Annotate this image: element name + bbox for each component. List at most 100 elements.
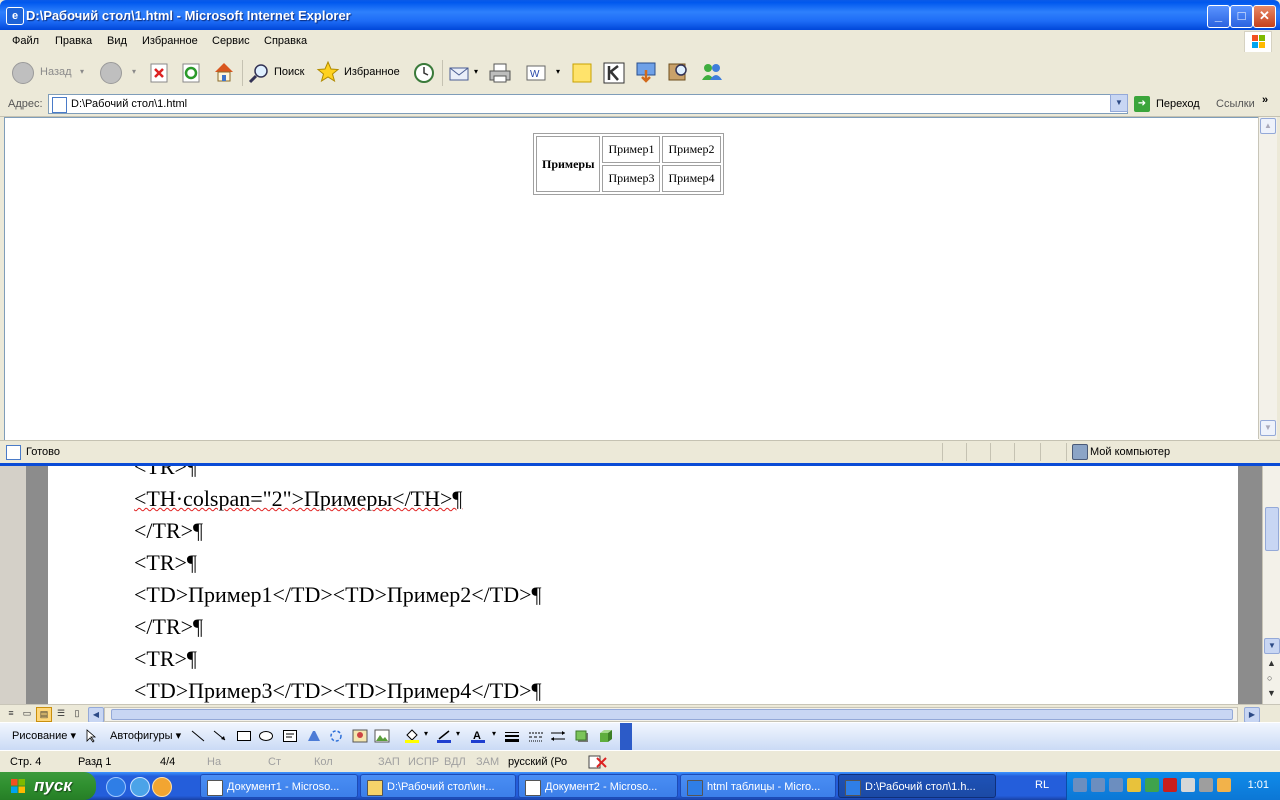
update-icon[interactable] — [1145, 778, 1159, 792]
taskbar-task[interactable]: html таблицы - Micro... — [680, 774, 836, 798]
network-disconnected-icon[interactable] — [1109, 778, 1123, 792]
favorites-button[interactable]: Избранное — [344, 60, 400, 84]
research-icon[interactable] — [666, 60, 690, 84]
line-icon[interactable] — [190, 729, 206, 743]
select-objects-icon[interactable] — [84, 729, 100, 743]
ie-page-icon[interactable]: e — [6, 7, 24, 25]
horizontal-scroll-thumb[interactable] — [111, 709, 1233, 720]
back-arrow-icon[interactable] — [12, 62, 34, 84]
history-icon[interactable] — [412, 61, 436, 85]
security-icon[interactable] — [1127, 778, 1141, 792]
menu-tools[interactable]: Сервис — [212, 35, 250, 47]
page-content[interactable]: Примеры Пример1 Пример2 Пример3 Пример4 — [4, 117, 1259, 440]
speaker-icon[interactable] — [1181, 778, 1195, 792]
security-zone[interactable]: Мой компьютер — [1090, 446, 1170, 458]
word-document-page[interactable]: <TR>¶ <TH·colspan="2">Примеры</TH>¶ </TR… — [48, 462, 1238, 704]
word-horizontal-scrollbar[interactable]: ≡ ▭ ▤ ☰ ▯ ◀ ▶ — [0, 704, 1280, 723]
scroll-right-icon[interactable]: ▶ — [1244, 707, 1260, 723]
line-color-dropdown-icon[interactable]: ▾ — [456, 729, 460, 738]
print-layout-view-icon[interactable]: ▤ — [36, 707, 52, 722]
refresh-icon[interactable] — [180, 62, 202, 84]
ie-quicklaunch-icon[interactable] — [106, 777, 126, 797]
status-ext[interactable]: ВДЛ — [444, 756, 466, 768]
taskbar-task-active[interactable]: D:\Рабочий стол\1.h... — [838, 774, 996, 798]
word-vertical-scrollbar[interactable]: ▼ ▲ ○ ▼ — [1262, 462, 1280, 704]
edit-word-icon[interactable]: W — [524, 61, 548, 85]
mail-dropdown-icon[interactable]: ▾ — [474, 60, 478, 84]
line-color-icon[interactable] — [436, 729, 452, 743]
fill-color-icon[interactable] — [404, 729, 420, 743]
reading-view-icon[interactable]: ▯ — [70, 707, 84, 720]
kaspersky-icon[interactable] — [602, 61, 626, 85]
outline-view-icon[interactable]: ☰ — [54, 707, 68, 720]
edit-dropdown-icon[interactable]: ▾ — [556, 60, 560, 84]
printer-icon[interactable] — [1199, 778, 1213, 792]
ie-title-bar[interactable]: e D:\Рабочий стол\1.html - Microsoft Int… — [0, 0, 1280, 30]
insert-picture-icon[interactable] — [374, 729, 390, 743]
forward-dropdown-icon[interactable]: ▾ — [132, 60, 136, 84]
autoshapes-menu[interactable]: Автофигуры ▾ — [110, 729, 181, 742]
mail-icon[interactable] — [448, 61, 472, 85]
address-dropdown-icon[interactable]: ▼ — [1110, 94, 1128, 112]
menu-file[interactable]: Файл — [12, 35, 39, 47]
menu-edit[interactable]: Правка — [55, 35, 92, 47]
horizontal-scroll-track[interactable] — [104, 707, 1238, 722]
arrow-style-icon[interactable] — [550, 729, 566, 743]
status-trk[interactable]: ИСПР — [408, 756, 439, 768]
3d-style-icon[interactable] — [598, 729, 614, 743]
home-icon[interactable] — [212, 60, 236, 84]
network-disconnected-icon[interactable] — [1073, 778, 1087, 792]
clipart-icon[interactable] — [352, 729, 368, 743]
back-dropdown-icon[interactable]: ▾ — [80, 60, 84, 84]
media-player-quicklaunch-icon[interactable] — [152, 777, 172, 797]
close-button[interactable]: ✕ — [1253, 5, 1276, 28]
discuss-icon[interactable] — [570, 61, 594, 85]
status-ovr[interactable]: ЗАМ — [476, 756, 499, 768]
drawing-menu[interactable]: Рисование ▾ — [12, 729, 76, 742]
language-indicator[interactable]: RL — [1035, 779, 1049, 791]
browse-object-icon[interactable]: ○ — [1267, 673, 1272, 683]
search-icon[interactable] — [248, 62, 270, 84]
code-line-text[interactable]: <TH·colspan="2">Примеры</TH>¶ — [134, 486, 462, 511]
back-button[interactable]: Назад — [40, 60, 72, 84]
code-line[interactable]: </TR>¶ — [134, 614, 203, 640]
line-style-icon[interactable] — [504, 729, 520, 743]
prev-page-icon[interactable]: ▲ — [1267, 658, 1276, 668]
menu-favorites[interactable]: Избранное — [142, 35, 198, 47]
search-button[interactable]: Поиск — [274, 60, 304, 84]
menu-view[interactable]: Вид — [107, 35, 127, 47]
antivirus-icon[interactable] — [1163, 778, 1177, 792]
dash-style-icon[interactable] — [528, 729, 544, 743]
font-color-dropdown-icon[interactable]: ▾ — [492, 729, 496, 738]
scroll-left-icon[interactable]: ◀ — [88, 707, 104, 723]
chevron-right-icon[interactable]: » — [1262, 94, 1268, 106]
spelling-status-icon[interactable] — [588, 755, 608, 769]
start-button[interactable]: пуск — [0, 772, 96, 800]
textbox-icon[interactable] — [282, 729, 298, 743]
network-disconnected-icon[interactable] — [1091, 778, 1105, 792]
code-line[interactable]: <TR>¶ — [134, 646, 197, 672]
normal-view-icon[interactable]: ≡ — [4, 707, 18, 720]
shadow-style-icon[interactable] — [574, 729, 590, 743]
toolbar-options-icon[interactable] — [620, 723, 632, 751]
code-line[interactable]: <TR>¶ — [134, 550, 197, 576]
desktop-quicklaunch-icon[interactable] — [130, 777, 150, 797]
code-line[interactable]: </TR>¶ — [134, 518, 203, 544]
minimize-button[interactable]: _ — [1207, 5, 1230, 28]
shield-icon[interactable] — [1217, 778, 1231, 792]
taskbar-task[interactable]: D:\Рабочий стол\ин... — [360, 774, 516, 798]
code-line[interactable]: <TH·colspan="2">Примеры</TH>¶ — [134, 486, 462, 512]
address-input[interactable]: D:\Рабочий стол\1.html — [48, 94, 1128, 114]
code-line[interactable]: <TD>Пример1</TD><TD>Пример2</TD>¶ — [134, 582, 541, 608]
taskbar-task[interactable]: Документ2 - Microso... — [518, 774, 678, 798]
print-icon[interactable] — [488, 61, 512, 85]
taskbar-task[interactable]: Документ1 - Microso... — [200, 774, 358, 798]
links-button[interactable]: Ссылки — [1216, 98, 1255, 110]
scroll-down-icon[interactable]: ▼ — [1260, 420, 1276, 436]
code-line[interactable]: <TD>Пример3</TD><TD>Пример4</TD>¶ — [134, 678, 541, 704]
clock[interactable]: 1:01 — [1248, 779, 1269, 791]
forward-arrow-icon[interactable] — [100, 62, 122, 84]
scroll-up-icon[interactable]: ▲ — [1260, 118, 1276, 134]
ie-vertical-scrollbar[interactable]: ▲ ▼ — [1258, 117, 1277, 439]
oval-icon[interactable] — [258, 729, 274, 743]
